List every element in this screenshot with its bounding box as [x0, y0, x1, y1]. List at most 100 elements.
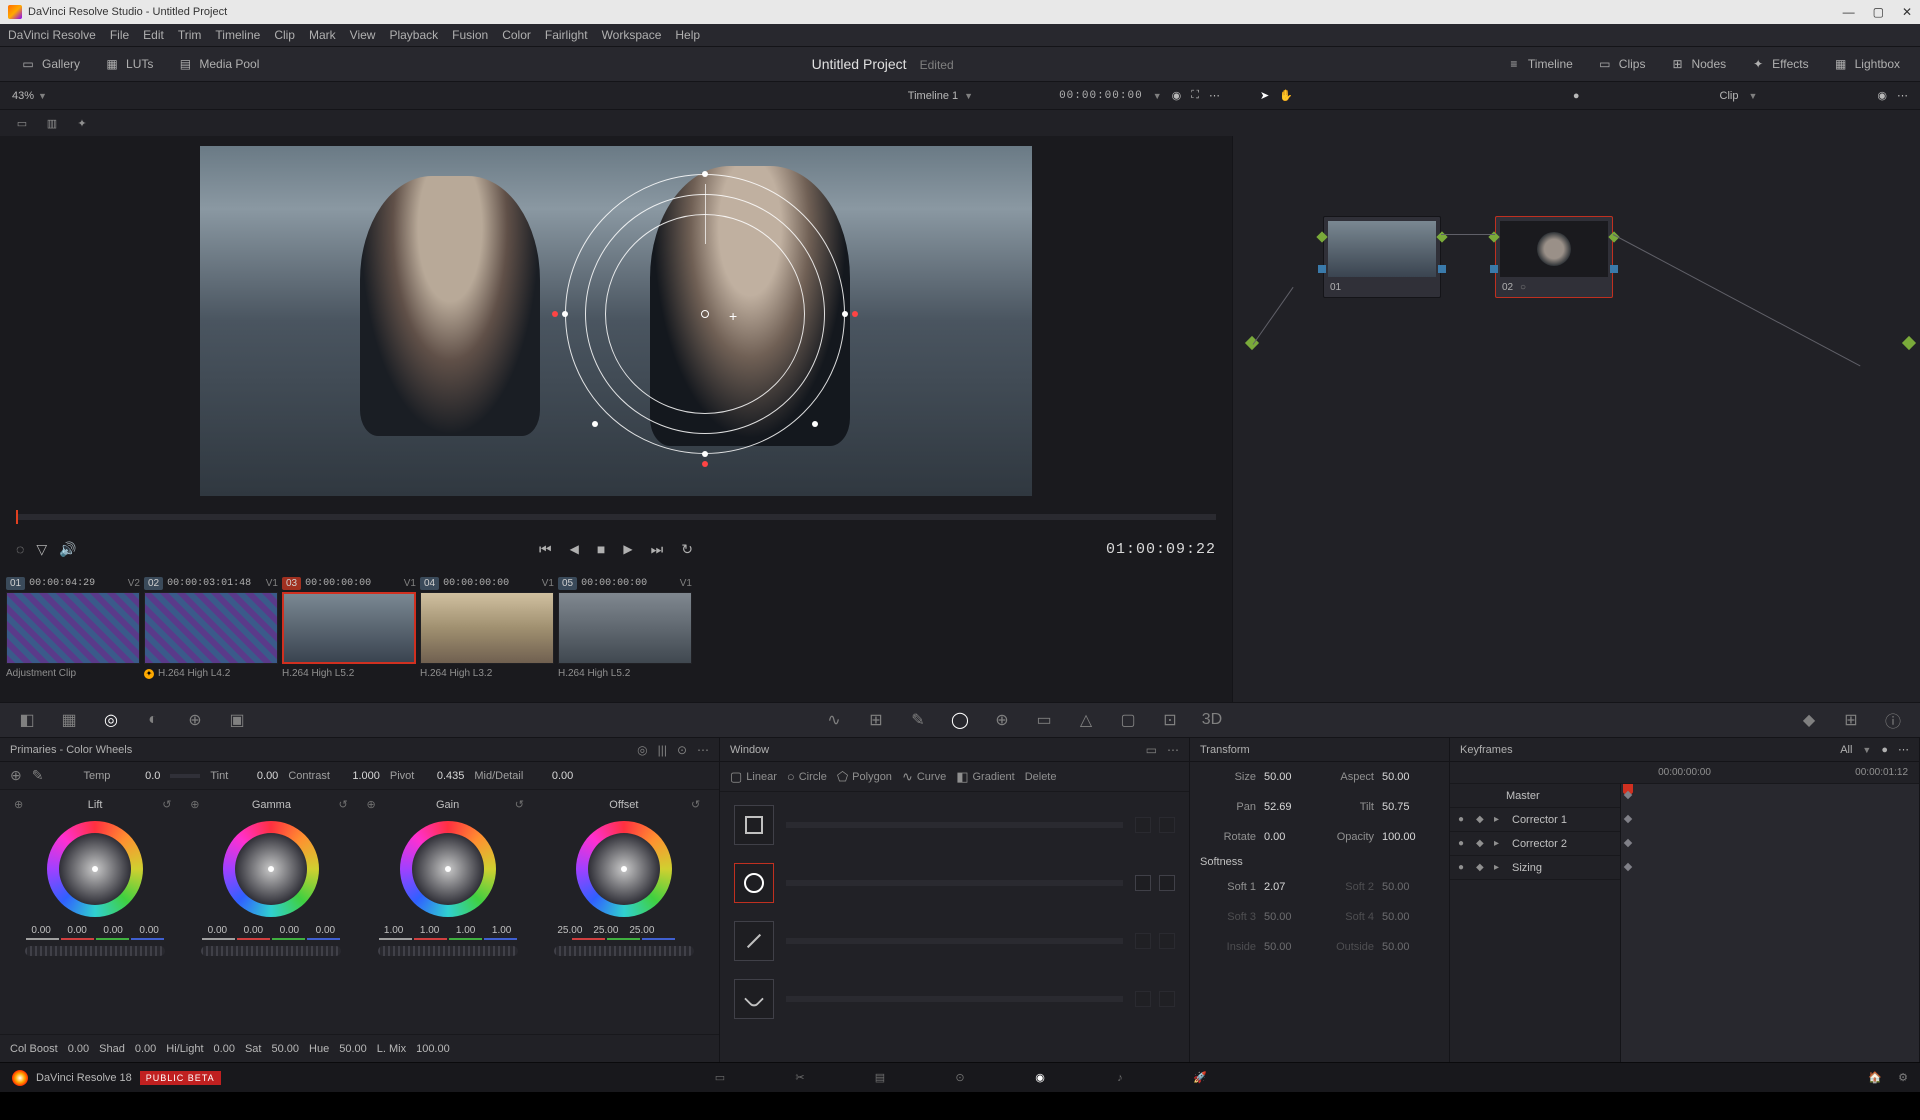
window-palette-icon[interactable]: ◯ [949, 709, 971, 731]
expand-icon[interactable]: ▸ [1494, 862, 1506, 873]
clip-thumbnail[interactable]: 0500:00:00:00V1 H.264 High L5.2 [558, 574, 692, 679]
menu-playback[interactable]: Playback [389, 28, 438, 42]
effects-button[interactable]: ✦Effects [1742, 52, 1816, 76]
menu-timeline[interactable]: Timeline [215, 28, 260, 42]
window-item-circle-selected[interactable] [728, 856, 1181, 910]
polygon-window-button[interactable]: ⬠Polygon [837, 769, 892, 785]
log-mode-icon[interactable]: ⊙ [677, 743, 687, 757]
menu-file[interactable]: File [110, 28, 129, 42]
aspect-value[interactable]: 50.00 [1382, 771, 1428, 783]
viewer-menu-icon[interactable]: ⋯ [1209, 89, 1220, 102]
viewer[interactable]: + ◌ ▽ 🔊 ⏮ ◀ ■ ▶ ⏭ [0, 136, 1232, 702]
gamma-wheel[interactable]: ⊕Gamma↺ 0.000.000.000.00 [186, 796, 356, 1028]
scopes-icon[interactable]: ⊞ [1840, 709, 1862, 731]
camera-raw-icon[interactable]: ◧ [16, 709, 38, 731]
menu-edit[interactable]: Edit [143, 28, 164, 42]
hdr-icon[interactable]: ◐ [142, 709, 164, 731]
sizing-icon[interactable]: ⊡ [1159, 709, 1181, 731]
keyframe-track[interactable] [1620, 784, 1919, 1062]
bars-mode-icon[interactable]: ||| [658, 743, 667, 757]
viewer-scrubber[interactable] [16, 514, 1216, 520]
highlight-icon[interactable]: ◉ [1172, 89, 1182, 102]
mask-toggle[interactable] [1135, 933, 1151, 949]
keyframes-palette-icon[interactable]: ◆ [1798, 709, 1820, 731]
wheels-mode-icon[interactable]: ◎ [637, 743, 647, 757]
node-dot-icon[interactable]: ● [1573, 90, 1580, 102]
clip-thumbnail[interactable]: 0100:00:04:29V2 Adjustment Clip [6, 574, 140, 679]
color-page-icon[interactable]: ◉ [1030, 1068, 1050, 1088]
circle-window-button[interactable]: ○Circle [787, 769, 827, 784]
clip-thumbnail[interactable]: 0400:00:00:00V1 H.264 High L3.2 [420, 574, 554, 679]
window-item-curve[interactable] [728, 972, 1181, 1026]
size-value[interactable]: 50.00 [1264, 771, 1310, 783]
stop-button[interactable]: ■ [597, 541, 605, 557]
primaries-icon[interactable]: ◎ [100, 709, 122, 731]
edit-page-icon[interactable]: ▤ [870, 1068, 890, 1088]
middetail-value[interactable]: 0.00 [533, 770, 573, 782]
splitscreen-icon[interactable]: ▥ [44, 115, 60, 131]
clips-button[interactable]: ▭Clips [1589, 52, 1654, 76]
curve-window-button[interactable]: ∿Curve [902, 769, 946, 785]
menu-help[interactable]: Help [675, 28, 700, 42]
offset-wheel[interactable]: Offset↺ 25.0025.0025.00 [539, 796, 709, 1028]
cut-page-icon[interactable]: ✂ [790, 1068, 810, 1088]
home-icon[interactable]: 🏠 [1868, 1071, 1882, 1084]
window-minimize[interactable]: — [1843, 5, 1855, 19]
window-item-pen[interactable] [728, 914, 1181, 968]
loop-button[interactable]: ↻ [681, 541, 693, 558]
gain-picker-icon[interactable]: ⊕ [367, 798, 381, 811]
linear-window-button[interactable]: ▢Linear [730, 769, 777, 785]
output-port-icon[interactable] [1902, 336, 1916, 350]
offset-jog[interactable] [554, 946, 694, 956]
prev-clip-button[interactable]: ⏮ [539, 541, 552, 558]
scrubber-playhead[interactable] [16, 510, 18, 524]
gamma-picker-icon[interactable]: ⊕ [190, 798, 204, 811]
window-maximize[interactable]: ▢ [1873, 5, 1884, 19]
invert-toggle[interactable] [1159, 875, 1175, 891]
key-icon[interactable]: ▢ [1117, 709, 1139, 731]
contrast-value[interactable]: 1.000 [340, 770, 380, 782]
window-menu-icon[interactable]: ⋯ [1167, 743, 1179, 757]
pivot-value[interactable]: 0.435 [424, 770, 464, 782]
gradient-window-button[interactable]: ◧Gradient [956, 769, 1015, 785]
color-match-icon[interactable]: ▦ [58, 709, 80, 731]
window-presets-icon[interactable]: ▭ [1146, 743, 1157, 757]
lift-reset-icon[interactable]: ↺ [162, 798, 176, 811]
lift-jog[interactable] [25, 946, 165, 956]
menu-trim[interactable]: Trim [178, 28, 202, 42]
pointer-tool-icon[interactable]: ➤ [1260, 89, 1269, 102]
keyframe-dot-icon[interactable]: ● [1881, 744, 1888, 756]
invert-toggle[interactable] [1159, 817, 1175, 833]
lock-icon[interactable]: ● [1458, 838, 1470, 849]
blur-icon[interactable]: △ [1075, 709, 1097, 731]
zoom-dropdown[interactable]: 43%▼ [12, 90, 47, 102]
timeline-name[interactable]: Timeline 1 [908, 90, 958, 102]
lightbox-button[interactable]: ▦Lightbox [1825, 52, 1908, 76]
stereo-icon[interactable]: 3D [1201, 709, 1223, 731]
hue-value[interactable]: 50.00 [339, 1043, 367, 1055]
hand-tool-icon[interactable]: ✋ [1279, 89, 1293, 102]
info-icon[interactable]: ⓘ [1882, 709, 1904, 731]
imagewipe-icon[interactable]: ▭ [14, 115, 30, 131]
clip-dropdown[interactable]: Clip [1720, 90, 1739, 102]
menu-workspace[interactable]: Workspace [602, 28, 662, 42]
timeline-button[interactable]: ≡Timeline [1498, 52, 1581, 76]
temp-value[interactable]: 0.0 [120, 770, 160, 782]
gamma-reset-icon[interactable]: ↺ [339, 798, 353, 811]
menu-fairlight[interactable]: Fairlight [545, 28, 588, 42]
node-graph[interactable]: 01 02 ○ [1232, 136, 1920, 702]
enable-icon[interactable]: ◆ [1476, 814, 1488, 825]
expand-icon[interactable]: ▸ [1494, 838, 1506, 849]
bypass-icon[interactable]: ◌ [16, 541, 24, 558]
play-button[interactable]: ▶ [623, 542, 632, 556]
opacity-value[interactable]: 100.00 [1382, 831, 1428, 843]
offset-reset-icon[interactable]: ↺ [691, 798, 705, 811]
menu-view[interactable]: View [350, 28, 376, 42]
expand-icon[interactable]: ▸ [1494, 814, 1506, 825]
mask-toggle[interactable] [1135, 875, 1151, 891]
hilight-value[interactable]: 0.00 [214, 1043, 235, 1055]
motion-effects-icon[interactable]: ▣ [226, 709, 248, 731]
primaries-menu-icon[interactable]: ⋯ [697, 743, 709, 757]
curves-icon[interactable]: ∿ [823, 709, 845, 731]
project-settings-icon[interactable]: ⚙ [1898, 1071, 1908, 1084]
